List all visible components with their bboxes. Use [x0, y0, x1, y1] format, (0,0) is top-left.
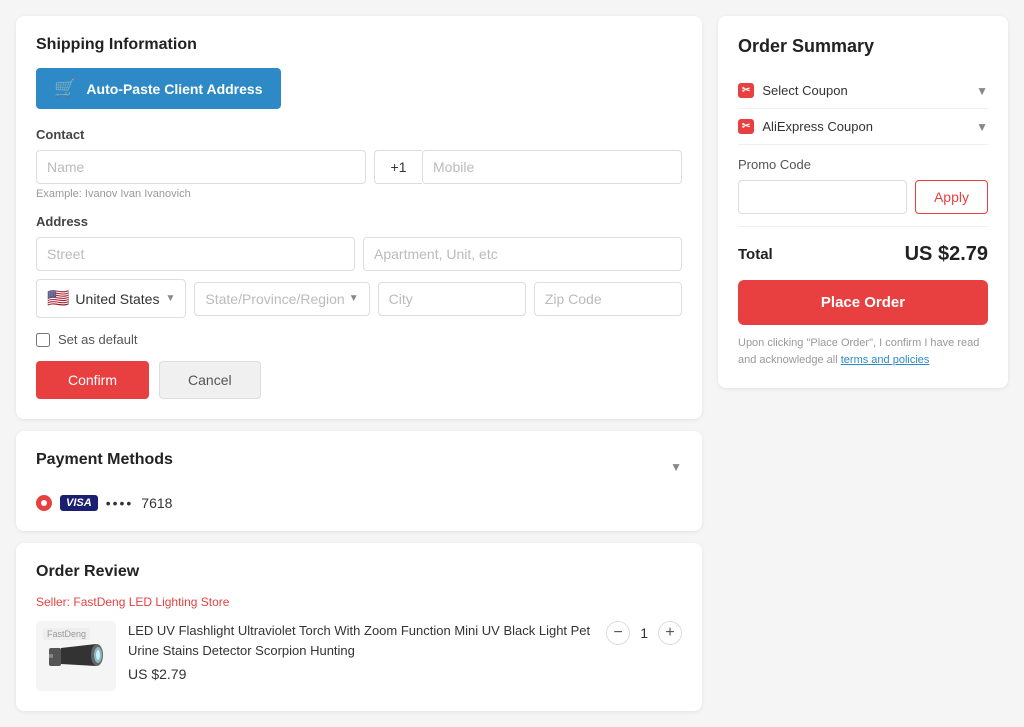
us-flag-icon: 🇺🇸 [47, 288, 69, 309]
state-placeholder: State/Province/Region [205, 291, 344, 307]
place-order-button[interactable]: Place Order [738, 280, 988, 325]
address-label: Address [36, 214, 682, 229]
auto-paste-label: Auto-Paste Client Address [86, 81, 262, 97]
select-coupon-icon: ✂ [738, 83, 754, 98]
seller-name: FastDeng LED Lighting Store [73, 595, 229, 609]
country-chevron-icon: ▼ [165, 293, 175, 304]
set-default-row: Set as default [36, 332, 682, 347]
card-dots: •••• [106, 495, 134, 511]
select-coupon-label: Select Coupon [762, 83, 847, 98]
action-buttons: Confirm Cancel [36, 361, 682, 399]
qty-increase-button[interactable]: + [658, 621, 682, 645]
product-info: LED UV Flashlight Ultraviolet Torch With… [128, 621, 594, 682]
qty-value: 1 [640, 625, 648, 641]
payment-radio[interactable] [36, 495, 52, 511]
product-row: FastDeng [36, 621, 682, 691]
terms-link[interactable]: terms and policies [841, 354, 930, 366]
name-input[interactable] [36, 150, 366, 184]
order-summary-title: Order Summary [738, 36, 988, 57]
visa-badge: VISA [60, 495, 98, 511]
auto-paste-button[interactable]: 🛒 Auto-Paste Client Address [36, 68, 281, 109]
address-row2: 🇺🇸 United States ▼ State/Province/Region… [36, 279, 682, 318]
product-thumbnail: FastDeng [36, 621, 116, 691]
qty-decrease-button[interactable]: − [606, 621, 630, 645]
country-label: United States [75, 291, 159, 307]
select-coupon-row[interactable]: ✂ Select Coupon ▼ [738, 73, 988, 109]
product-title: LED UV Flashlight Ultraviolet Torch With… [128, 621, 594, 660]
city-input[interactable] [378, 282, 526, 316]
payment-title: Payment Methods [36, 451, 173, 469]
shipping-information-card: Shipping Information 🛒 Auto-Paste Client… [16, 16, 702, 419]
product-price: US $2.79 [128, 666, 594, 682]
card-last4: 7618 [141, 495, 172, 511]
state-select[interactable]: State/Province/Region ▼ [194, 282, 369, 316]
cancel-button[interactable]: Cancel [159, 361, 261, 399]
aliexpress-coupon-icon: ✂ [738, 119, 754, 134]
phone-country-code: +1 [374, 150, 422, 184]
promo-input-row: Apply [738, 180, 988, 214]
payment-methods-card: Payment Methods ▼ VISA •••• 7618 [16, 431, 702, 531]
zip-input[interactable] [534, 282, 682, 316]
aliexpress-coupon-inner: ✂ AliExpress Coupon [738, 119, 873, 134]
aliexpress-coupon-row[interactable]: ✂ AliExpress Coupon ▼ [738, 109, 988, 145]
set-default-label: Set as default [58, 332, 138, 347]
cart-icon: 🛒 [54, 78, 76, 99]
phone-group: +1 [374, 150, 682, 184]
total-row: Total US $2.79 [738, 227, 988, 280]
promo-section: Promo Code Apply [738, 145, 988, 227]
apartment-input[interactable] [363, 237, 682, 271]
seller-prefix: Seller: [36, 595, 70, 609]
terms-text: Upon clicking "Place Order", I confirm I… [738, 335, 988, 368]
apply-button[interactable]: Apply [915, 180, 988, 214]
order-review-card: Order Review Seller: FastDeng LED Lighti… [16, 543, 702, 711]
total-label: Total [738, 246, 773, 263]
brand-label: FastDeng [43, 628, 90, 640]
select-coupon-inner: ✂ Select Coupon [738, 83, 848, 98]
contact-label: Contact [36, 127, 682, 142]
set-default-checkbox[interactable] [36, 333, 50, 347]
select-coupon-chevron-icon: ▼ [976, 84, 988, 98]
payment-header: Payment Methods ▼ [36, 451, 682, 483]
promo-code-label: Promo Code [738, 157, 988, 172]
aliexpress-coupon-label: AliExpress Coupon [762, 119, 873, 134]
country-select[interactable]: 🇺🇸 United States ▼ [36, 279, 186, 318]
address-row1 [36, 237, 682, 271]
order-review-title: Order Review [36, 563, 682, 581]
shipping-title: Shipping Information [36, 36, 682, 54]
payment-card-row: VISA •••• 7618 [36, 495, 682, 511]
address-section: Address 🇺🇸 United States ▼ State/Provinc… [36, 214, 682, 318]
aliexpress-coupon-chevron-icon: ▼ [976, 120, 988, 134]
confirm-button[interactable]: Confirm [36, 361, 149, 399]
payment-chevron-icon[interactable]: ▼ [670, 460, 682, 474]
example-text: Example: Ivanov Ivan Ivanovich [36, 188, 682, 200]
contact-row: +1 [36, 150, 682, 184]
seller-info: Seller: FastDeng LED Lighting Store [36, 595, 682, 609]
total-value: US $2.79 [905, 243, 988, 266]
order-summary-card: Order Summary ✂ Select Coupon ▼ ✂ AliExp… [718, 16, 1008, 388]
mobile-input[interactable] [422, 150, 682, 184]
state-chevron-icon: ▼ [349, 293, 359, 304]
product-quantity-control: − 1 + [606, 621, 682, 645]
street-input[interactable] [36, 237, 355, 271]
promo-code-input[interactable] [738, 180, 907, 214]
